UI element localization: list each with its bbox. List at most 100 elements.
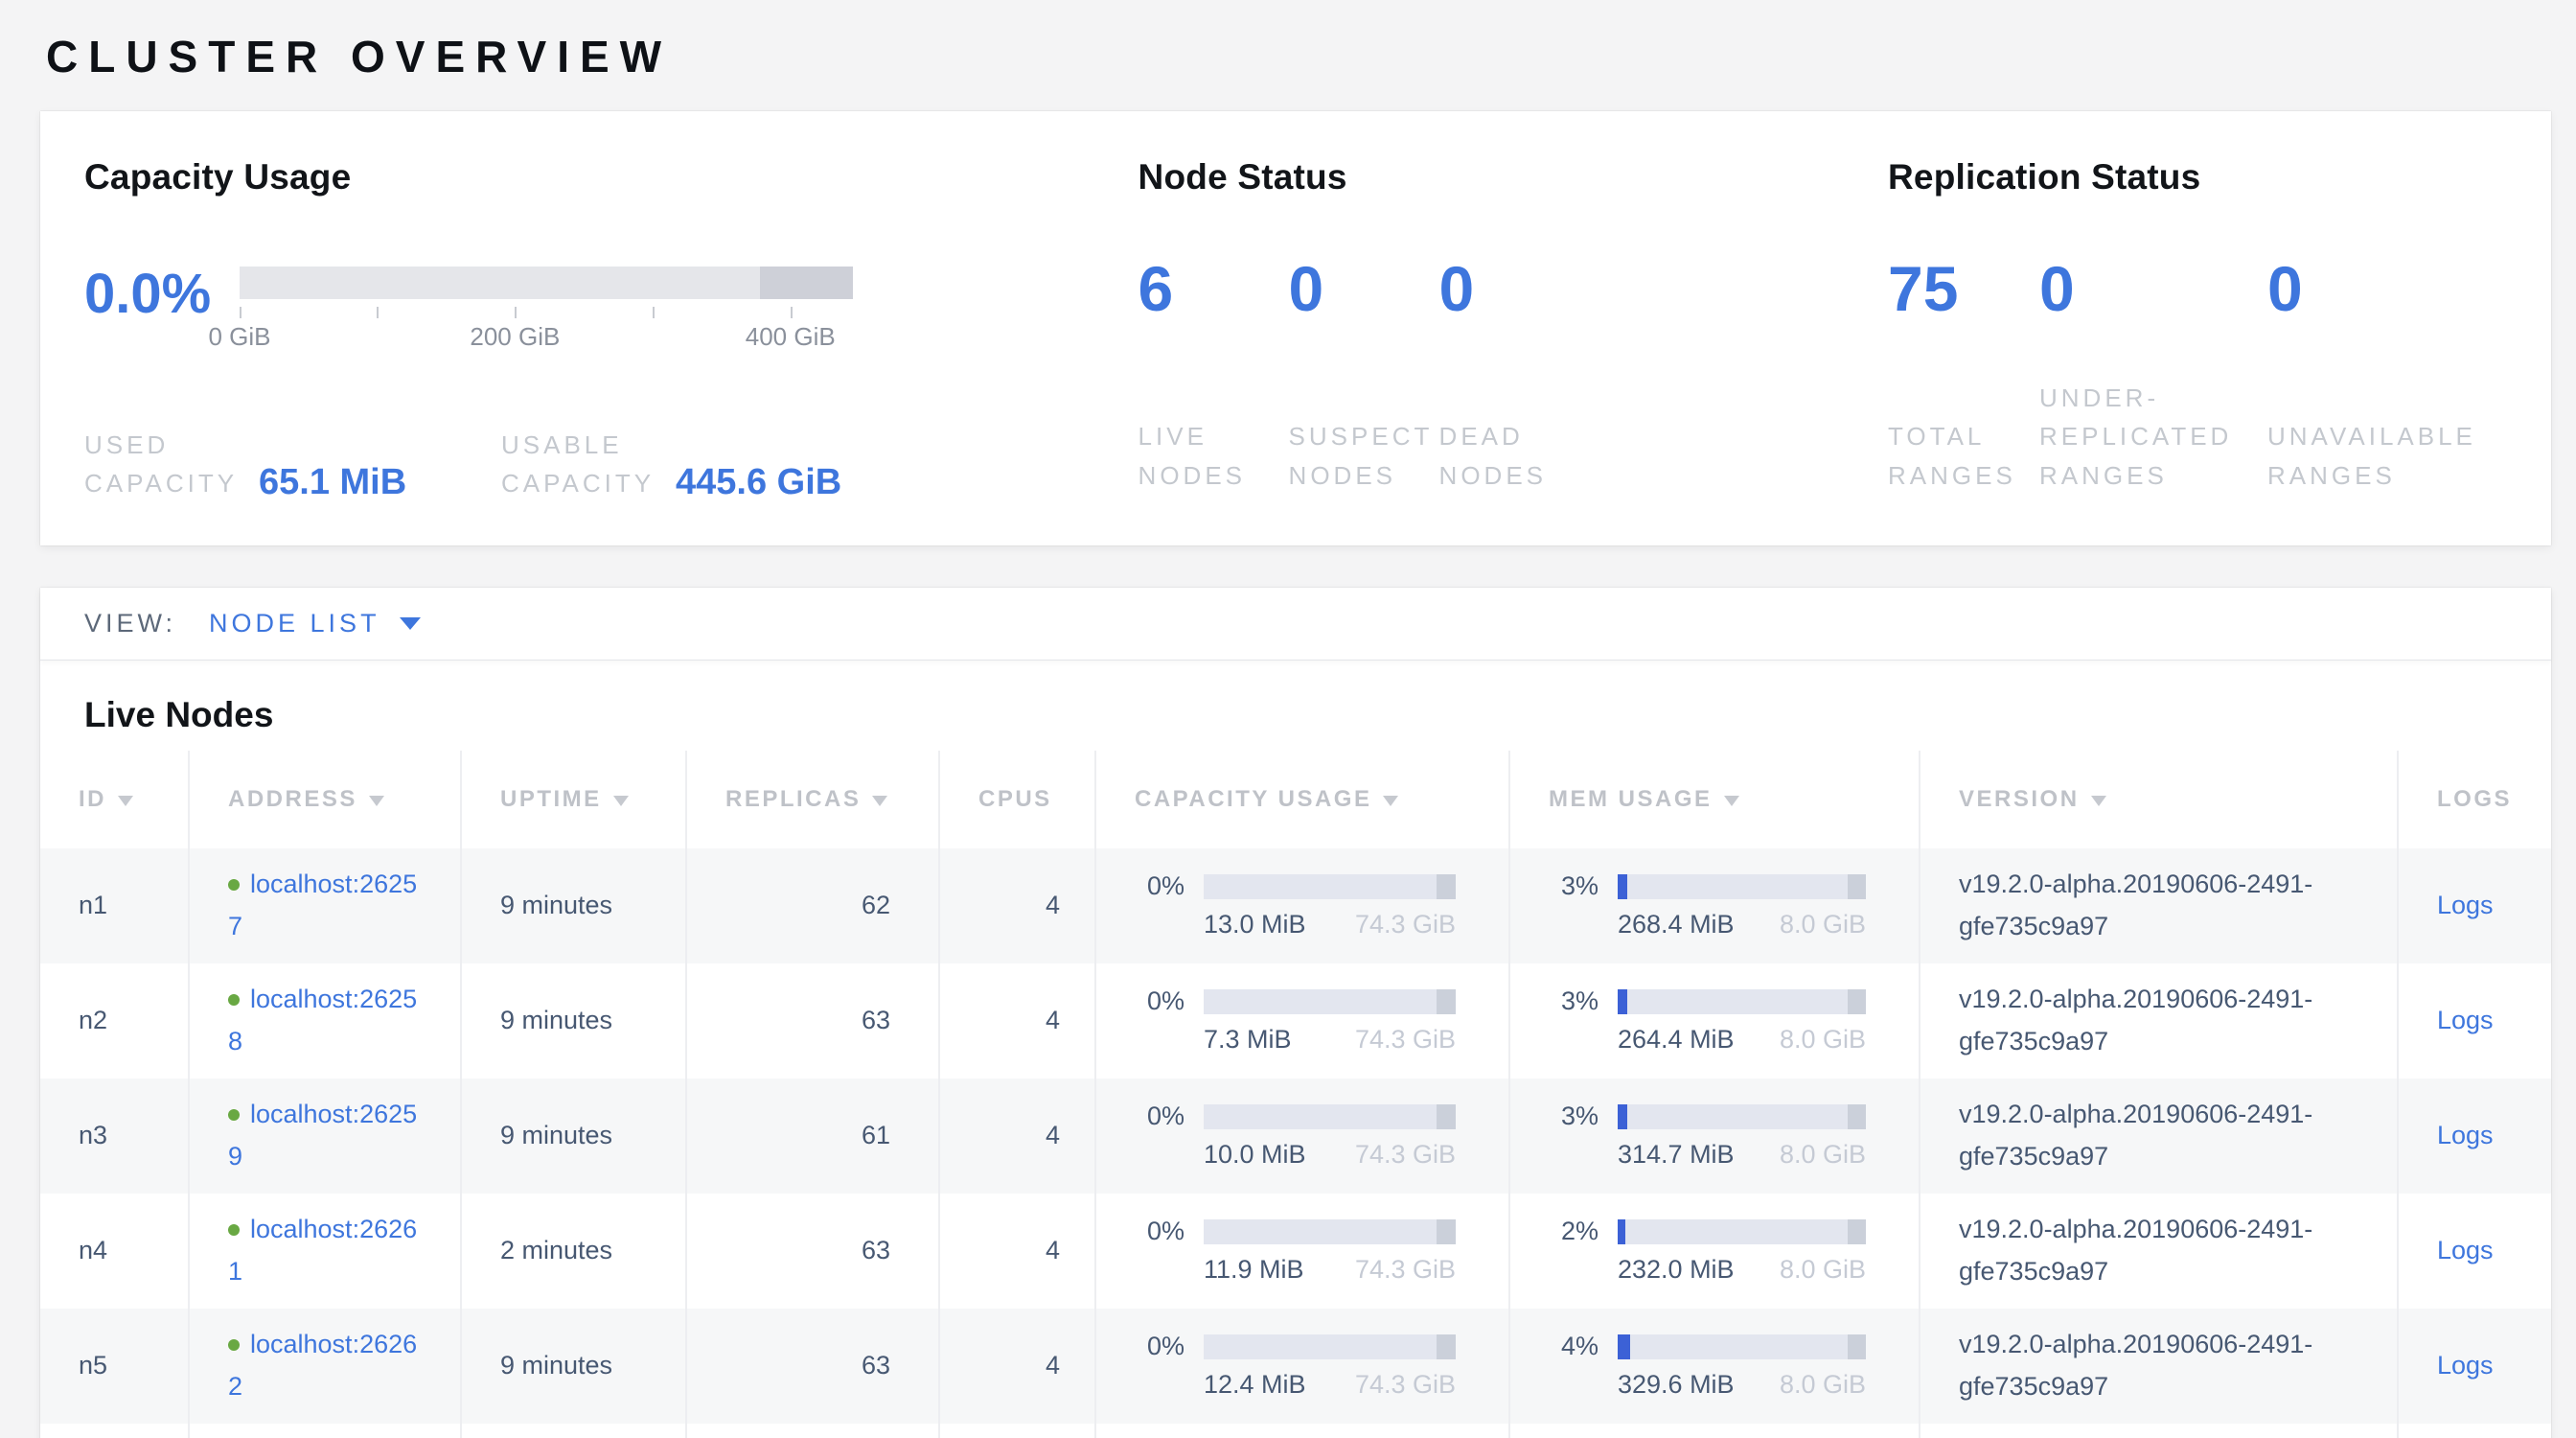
suspect-nodes-stat: 0 SUSPECT NODES [1289,257,1439,495]
header-address[interactable]: ADDRESS [189,751,461,848]
node-version: v19.2.0-alpha.20190606-2491-gfe735c9a97 [1959,979,2371,1061]
node-replicas: 61 [686,1078,939,1194]
capacity-usage-panel: Capacity Usage 0.0% 0 GiB [84,157,1138,503]
logs-link[interactable]: Logs [2437,1121,2494,1149]
table-row-partial [40,1424,2551,1438]
node-id: n2 [40,963,189,1078]
sort-arrow-icon [118,796,133,806]
live-nodes-stat: 6 LIVE NODES [1138,257,1289,495]
node-replicas: 63 [686,963,939,1078]
under-replicated-ranges-label: UNDER-REPLICATED RANGES [2039,379,2267,495]
node-replicas: 63 [686,1309,939,1424]
memory-bar [1618,874,1866,899]
node-healthy-icon [228,1224,240,1236]
view-selector-dropdown[interactable]: NODE LIST [209,609,421,638]
node-uptime: 9 minutes [461,963,686,1078]
logs-link[interactable]: Logs [2437,1236,2494,1264]
dead-nodes-value: 0 [1439,257,1590,320]
suspect-nodes-label: SUSPECT NODES [1289,417,1439,495]
replication-status-title: Replication Status [1888,157,2507,197]
sort-arrow-icon [872,796,887,806]
sort-arrow-icon [369,796,384,806]
unavailable-ranges-stat: 0 UNAVAILABLE RANGES [2267,257,2507,495]
node-status-title: Node Status [1138,157,1888,197]
header-replicas[interactable]: REPLICAS [686,751,939,848]
node-id: n5 [40,1309,189,1424]
nodes-card: VIEW: NODE LIST Live Nodes ID ADDRESS UP… [40,588,2551,1438]
node-address-link[interactable]: localhost:26258 [228,985,417,1055]
logs-link[interactable]: Logs [2437,1351,2494,1380]
node-status-panel: Node Status 6 LIVE NODES 0 SUSPECT NODES… [1138,157,1888,503]
mem-usage-cell: 3% 268.4 MiB8.0 GiB [1549,871,1919,939]
node-version: v19.2.0-alpha.20190606-2491-gfe735c9a97 [1959,864,2371,946]
node-cpus: 4 [939,1194,1095,1309]
node-healthy-icon [228,1339,240,1351]
table-header-row: ID ADDRESS UPTIME REPLICAS CPUS CAPACITY… [40,751,2551,848]
live-nodes-section-title: Live Nodes [84,695,2507,735]
total-ranges-value: 75 [1888,257,2039,320]
node-healthy-icon [228,879,240,891]
header-logs: LOGS [2398,751,2551,848]
node-address-link[interactable]: localhost:26259 [228,1100,417,1170]
node-cpus: 4 [939,963,1095,1078]
sort-arrow-icon [613,796,629,806]
axis-label-0: 0 GiB [208,322,270,352]
cluster-overview-page: CLUSTER OVERVIEW Capacity Usage 0.0% [0,0,2576,1438]
dead-nodes-stat: 0 DEAD NODES [1439,257,1590,495]
capacity-bar [1204,1219,1456,1244]
node-healthy-icon [228,994,240,1006]
header-id[interactable]: ID [40,751,189,848]
table-row: n3 localhost:26259 9 minutes 61 4 0% 10.… [40,1078,2551,1194]
capacity-usage-cell: 0% 12.4 MiB74.3 GiB [1135,1332,1508,1400]
live-nodes-value: 6 [1138,257,1289,320]
node-uptime: 9 minutes [461,1078,686,1194]
node-address-link[interactable]: localhost:26257 [228,870,417,939]
logs-link[interactable]: Logs [2437,891,2494,919]
memory-bar [1618,989,1866,1014]
logs-link[interactable]: Logs [2437,1006,2494,1034]
node-address-link[interactable]: localhost:26262 [228,1330,417,1400]
table-row: n5 localhost:26262 9 minutes 63 4 0% 12.… [40,1309,2551,1424]
node-uptime: 9 minutes [461,1309,686,1424]
unavailable-ranges-label: UNAVAILABLE RANGES [2267,417,2507,495]
table-row: n4 localhost:26261 2 minutes 63 4 0% 11.… [40,1194,2551,1309]
capacity-bar [1204,989,1456,1014]
mem-usage-cell: 3% 264.4 MiB8.0 GiB [1549,986,1919,1055]
replication-status-panel: Replication Status 75 TOTAL RANGES 0 UND… [1888,157,2507,503]
node-id: n4 [40,1194,189,1309]
capacity-bar [1204,1104,1456,1129]
memory-bar [1618,1219,1866,1244]
header-uptime[interactable]: UPTIME [461,751,686,848]
axis-label-400: 400 GiB [746,322,836,352]
view-bar: VIEW: NODE LIST [40,588,2551,661]
capacity-axis-ticks [240,303,853,318]
node-id: n1 [40,848,189,963]
header-capacity-usage[interactable]: CAPACITY USAGE [1095,751,1509,848]
live-nodes-table: ID ADDRESS UPTIME REPLICAS CPUS CAPACITY… [40,751,2551,1438]
unavailable-ranges-value: 0 [2267,257,2507,320]
node-id: n3 [40,1078,189,1194]
view-label: VIEW: [84,609,176,638]
total-ranges-label: TOTAL RANGES [1888,417,2039,495]
usable-capacity-label-line2: CAPACITY [501,464,655,502]
table-row: n1 localhost:26257 9 minutes 62 4 0% 13.… [40,848,2551,963]
node-address-link[interactable]: localhost:26261 [228,1215,417,1285]
used-capacity-label-line1: USED [84,426,238,464]
usable-capacity-label-line1: USABLE [501,426,655,464]
capacity-usage-cell: 0% 10.0 MiB74.3 GiB [1135,1102,1508,1170]
capacity-usage-cell: 0% 11.9 MiB74.3 GiB [1135,1217,1508,1285]
node-healthy-icon [228,1109,240,1121]
total-ranges-stat: 75 TOTAL RANGES [1888,257,2039,495]
node-replicas: 63 [686,1194,939,1309]
memory-bar [1618,1334,1866,1359]
node-version: v19.2.0-alpha.20190606-2491-gfe735c9a97 [1959,1324,2371,1406]
memory-bar [1618,1104,1866,1129]
header-version[interactable]: VERSION [1920,751,2398,848]
header-mem-usage[interactable]: MEM USAGE [1509,751,1920,848]
page-title: CLUSTER OVERVIEW [46,31,2551,82]
suspect-nodes-value: 0 [1289,257,1439,320]
node-version: v19.2.0-alpha.20190606-2491-gfe735c9a97 [1959,1094,2371,1176]
used-capacity-stat: USED CAPACITY 65.1 MiB [84,426,501,503]
capacity-usage-title: Capacity Usage [84,157,1138,197]
mem-usage-cell: 2% 232.0 MiB8.0 GiB [1549,1217,1919,1285]
